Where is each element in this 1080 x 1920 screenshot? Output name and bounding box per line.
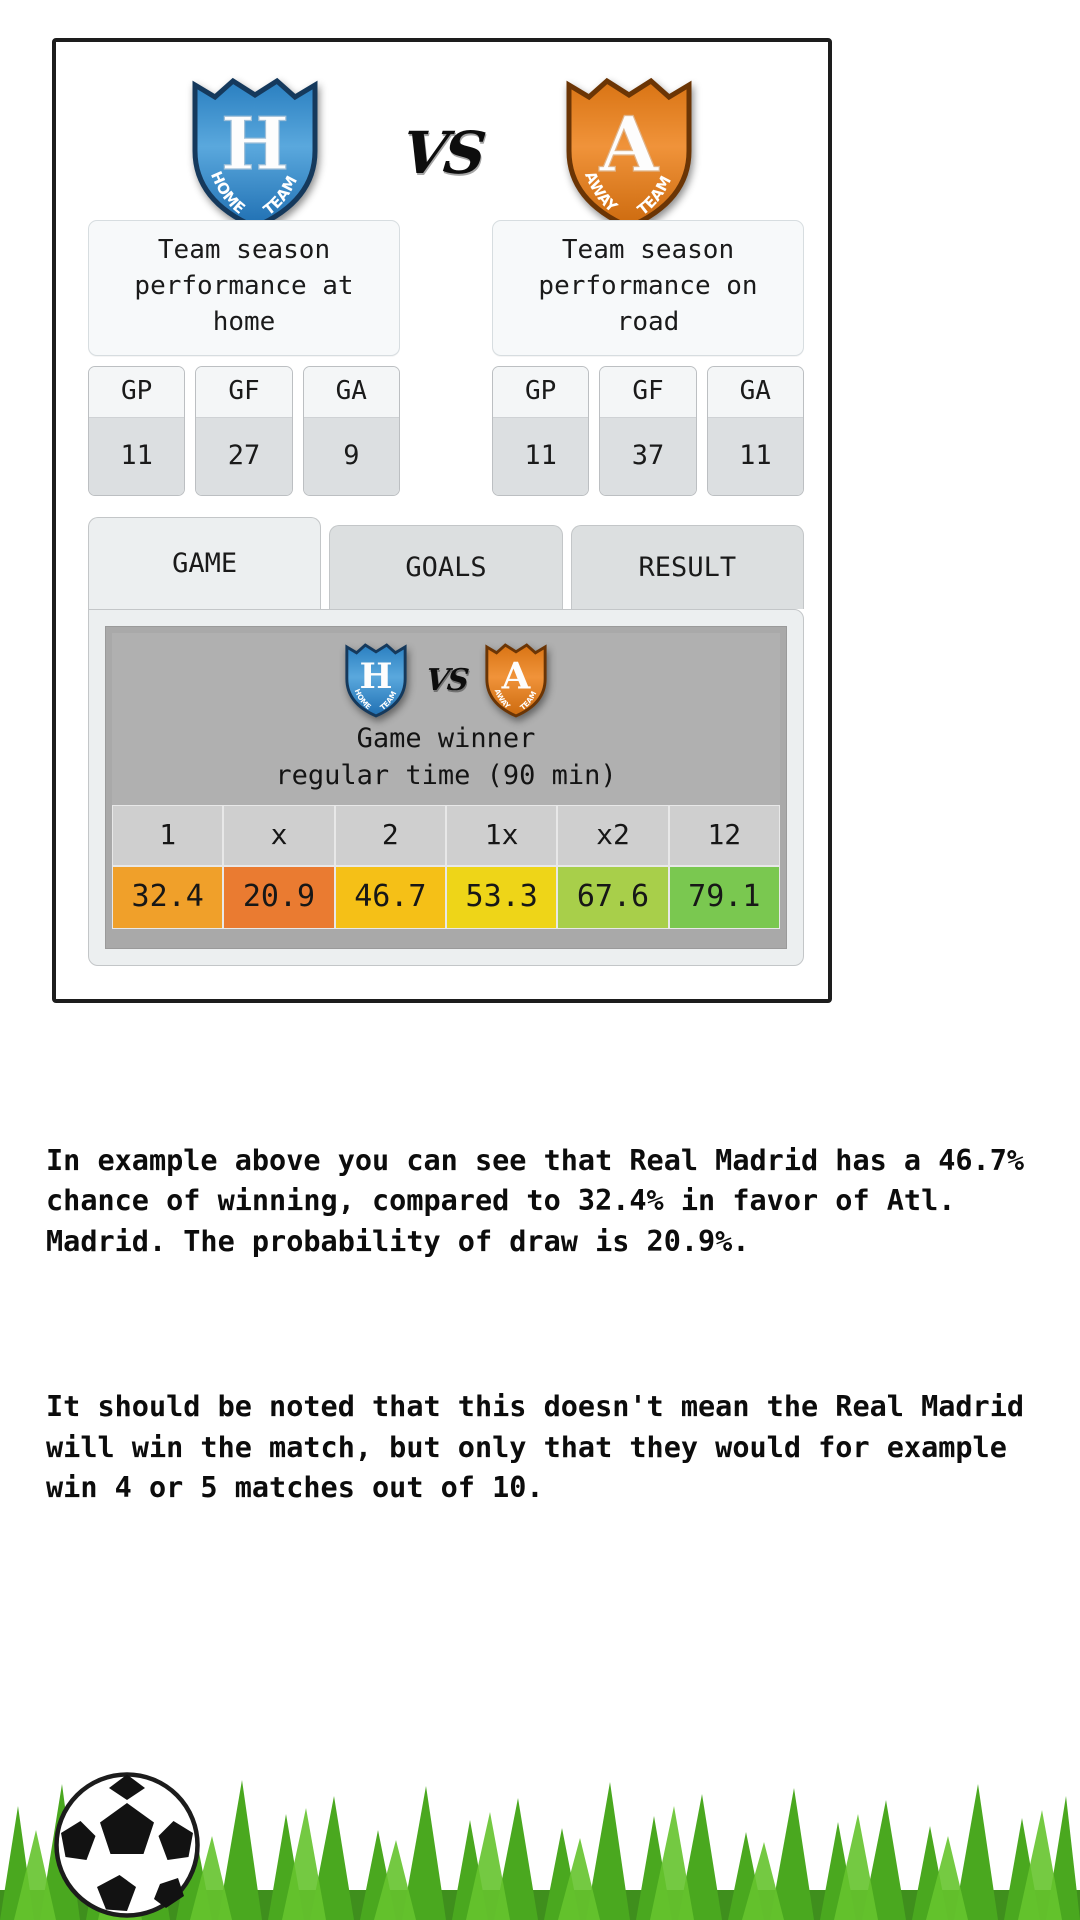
- odds-grid: 1 32.4 x 20.9 2 46.7 1x 53.3 x2 67.6 12 …: [112, 805, 780, 930]
- odds-value-x2: 67.6: [557, 866, 669, 930]
- away-stat-gf-value: 37: [600, 417, 696, 495]
- odds-value-2: 46.7: [334, 866, 446, 930]
- odds-key-2: 2: [334, 805, 446, 867]
- home-stat-ga-label: GA: [303, 366, 399, 418]
- season-performance-section: Team season performance at home GP 11 GF…: [88, 220, 804, 496]
- odds-key-x: x: [223, 805, 335, 867]
- market-home-crest-icon: H HOME TEAM: [342, 641, 410, 719]
- away-stat-gf: GF 37: [599, 365, 697, 496]
- home-stat-gp-label: GP: [89, 366, 185, 418]
- away-stat-gp-label: GP: [493, 366, 589, 418]
- odds-value-x: 20.9: [223, 866, 335, 930]
- away-stat-gp-value: 11: [493, 417, 589, 495]
- odds-column-x[interactable]: x 20.9: [223, 805, 335, 930]
- away-stat-ga-value: 11: [707, 417, 803, 495]
- market-title-line2: regular time (90 min): [275, 760, 617, 792]
- tab-result[interactable]: RESULT: [570, 525, 804, 609]
- odds-column-12[interactable]: 12 79.1: [668, 805, 780, 930]
- odds-value-1: 32.4: [112, 866, 224, 930]
- copy-paragraph-2: It should be noted that this doesn't mea…: [46, 1390, 1042, 1505]
- explanatory-copy: In example above you can see that Real M…: [46, 1060, 1036, 1590]
- away-team-crest-icon: A AWAY TEAM: [559, 73, 699, 233]
- market-title-line1: Game winner: [356, 723, 536, 754]
- game-winner-market: H HOME TEAM VS A AWAY TEAM Game winner r…: [105, 626, 787, 949]
- away-stat-ga-label: GA: [707, 366, 803, 418]
- home-stat-gf: GF 27: [195, 365, 293, 496]
- odds-key-12: 12: [668, 805, 780, 867]
- page-root: H HOME TEAM VS A AWAY TEAM Team season p…: [0, 0, 1080, 1920]
- odds-value-12: 79.1: [668, 866, 780, 930]
- market-away-crest-icon: A AWAY TEAM: [482, 641, 550, 719]
- odds-value-1x: 53.3: [445, 866, 558, 930]
- svg-text:A: A: [599, 100, 660, 189]
- matchup-crest-row: H HOME TEAM VS A AWAY TEAM: [56, 68, 828, 238]
- odds-column-1x[interactable]: 1x 53.3: [445, 805, 558, 930]
- odds-column-1[interactable]: 1 32.4: [112, 805, 224, 930]
- home-stat-ga-value: 9: [303, 417, 399, 495]
- versus-label: VS: [398, 119, 486, 187]
- footer-illustration: [0, 1720, 1080, 1920]
- market-header: H HOME TEAM VS A AWAY TEAM Game winner r…: [112, 633, 780, 806]
- odds-key-x2: x2: [557, 805, 669, 867]
- home-stat-gf-label: GF: [196, 366, 292, 418]
- prediction-widget: H HOME TEAM VS A AWAY TEAM Team season p…: [52, 38, 832, 1003]
- away-performance-title: Team season performance on road: [492, 220, 804, 356]
- home-team-crest-icon: H HOME TEAM: [185, 73, 325, 233]
- away-stat-gf-label: GF: [600, 366, 696, 418]
- tab-goals[interactable]: GOALS: [329, 525, 563, 609]
- market-crest-row: H HOME TEAM VS A AWAY TEAM: [112, 641, 780, 719]
- svg-text:A: A: [501, 654, 532, 698]
- odds-key-1: 1: [112, 805, 224, 867]
- market-tabs: GAME GOALS RESULT: [88, 517, 804, 609]
- odds-key-1x: 1x: [445, 805, 558, 867]
- odds-column-2[interactable]: 2 46.7: [334, 805, 446, 930]
- away-performance-panel: Team season performance on road GP 11 GF…: [492, 220, 804, 496]
- away-stat-gp: GP 11: [492, 365, 590, 496]
- copy-paragraph-1: In example above you can see that Real M…: [46, 1143, 1042, 1258]
- odds-column-x2[interactable]: x2 67.6: [557, 805, 669, 930]
- home-performance-panel: Team season performance at home GP 11 GF…: [88, 220, 400, 496]
- away-stat-row: GP 11 GF 37 GA 11: [492, 365, 804, 496]
- game-tab-panel: H HOME TEAM VS A AWAY TEAM Game winner r…: [88, 609, 804, 966]
- away-stat-ga: GA 11: [706, 365, 804, 496]
- svg-text:H: H: [359, 656, 392, 697]
- home-stat-gp: GP 11: [88, 365, 186, 496]
- home-performance-title: Team season performance at home: [88, 220, 400, 356]
- market-versus-label: VS: [423, 662, 469, 698]
- home-stat-gp-value: 11: [89, 417, 185, 495]
- tab-game[interactable]: GAME: [88, 517, 322, 609]
- soccer-ball-icon: [54, 1772, 200, 1918]
- home-stat-ga: GA 9: [302, 365, 400, 496]
- svg-text:H: H: [221, 101, 289, 186]
- home-stat-row: GP 11 GF 27 GA 9: [88, 365, 400, 496]
- home-stat-gf-value: 27: [196, 417, 292, 495]
